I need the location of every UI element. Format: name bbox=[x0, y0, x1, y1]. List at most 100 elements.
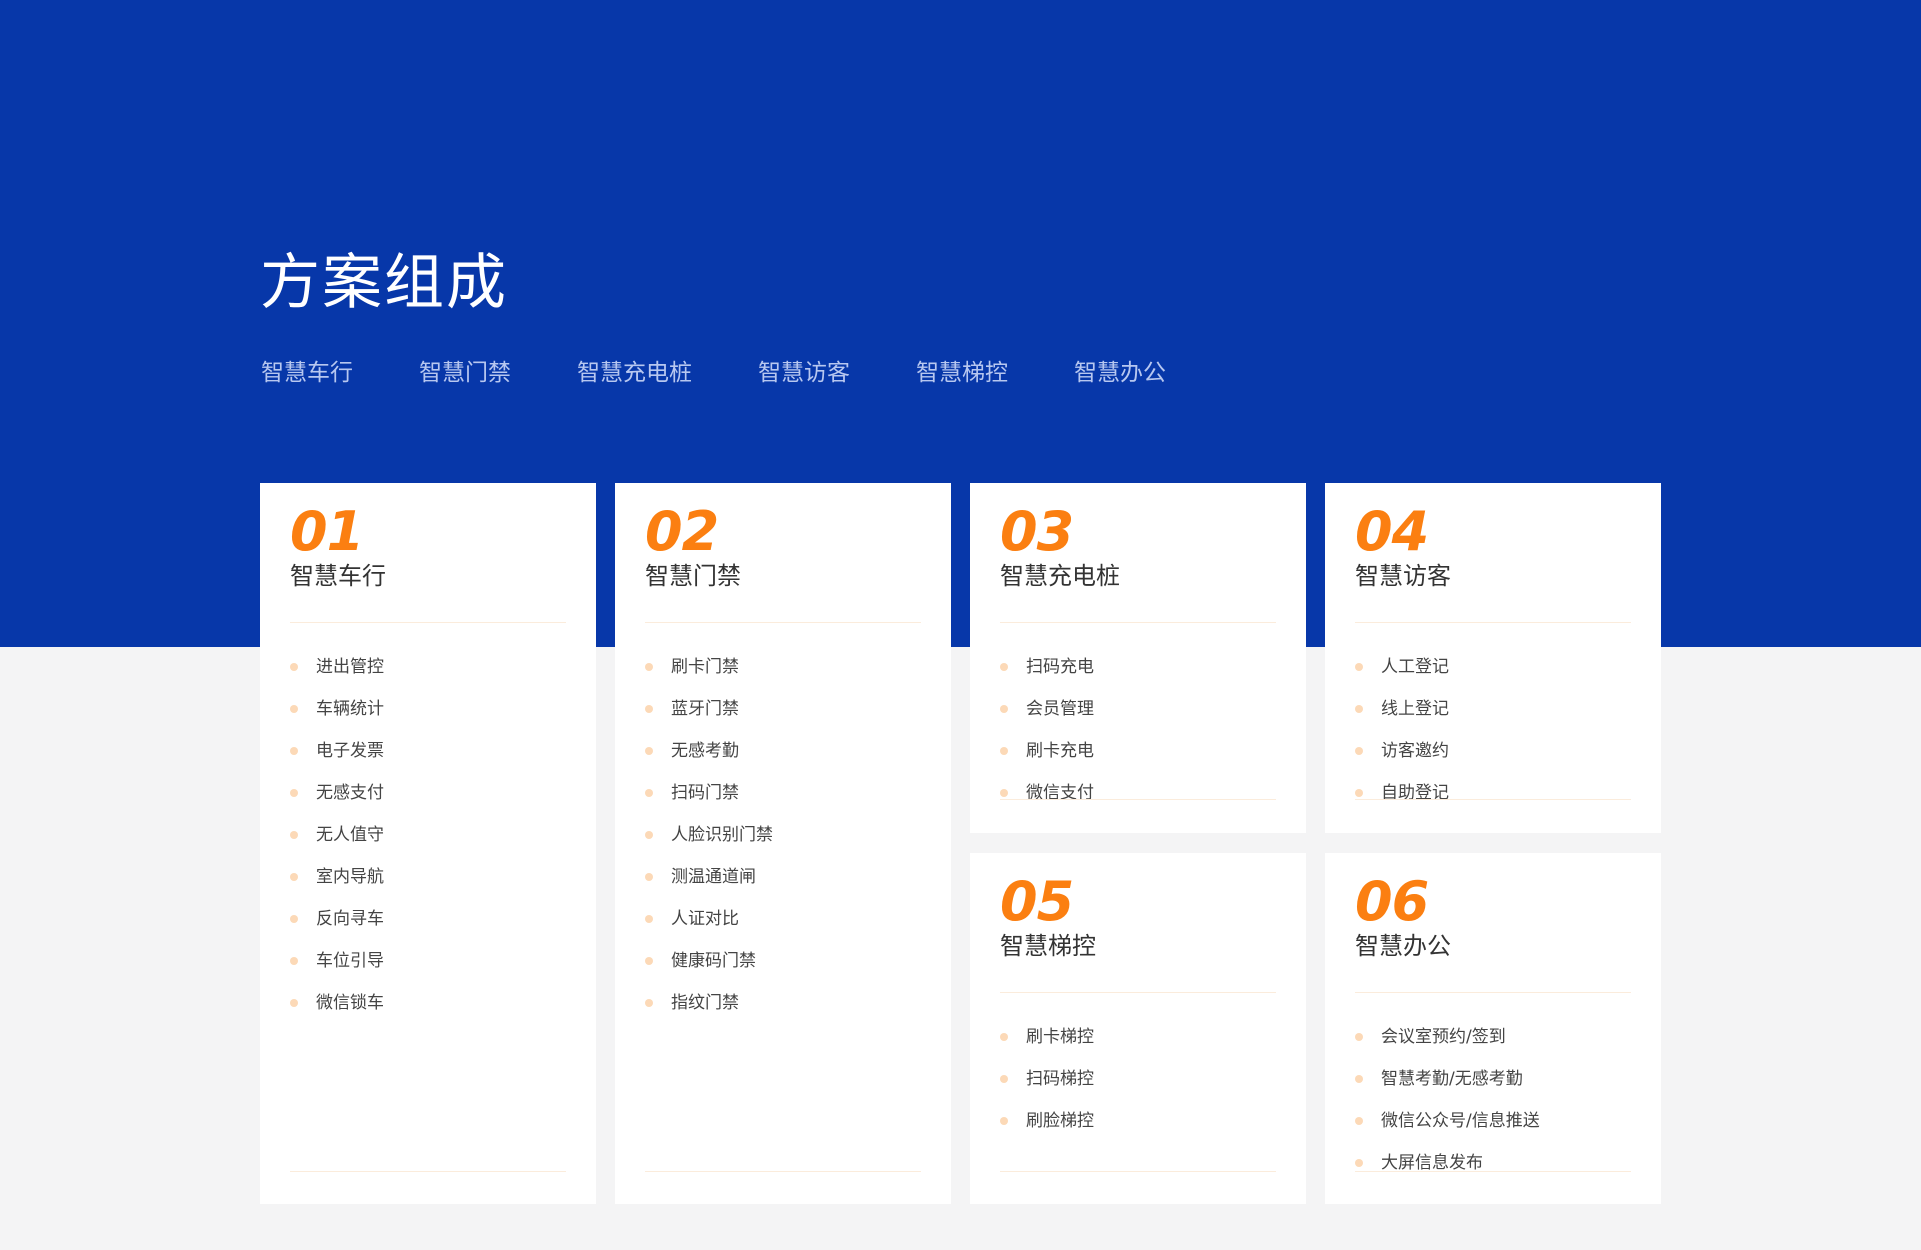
bullet-dot bbox=[290, 999, 298, 1007]
bullet-dot bbox=[645, 663, 653, 671]
card-number: 01 bbox=[290, 500, 364, 563]
nav-item-access[interactable]: 智慧门禁 bbox=[419, 353, 511, 387]
card-title: 智慧办公 bbox=[1355, 932, 1451, 960]
bullet-dot bbox=[1355, 705, 1363, 713]
divider bbox=[290, 1171, 566, 1172]
list-item: 无感支付 bbox=[290, 772, 384, 814]
card-number: 03 bbox=[1000, 500, 1074, 563]
card-access: 02 智慧门禁 刷卡门禁 蓝牙门禁 无感考勤 扫码门禁 人脸识别门禁 测温通道闸… bbox=[615, 483, 951, 1204]
bullet-dot bbox=[290, 873, 298, 881]
feature-list: 扫码充电 会员管理 刷卡充电 微信支付 bbox=[1000, 646, 1094, 814]
bullet-dot bbox=[1355, 747, 1363, 755]
nav-item-office[interactable]: 智慧办公 bbox=[1074, 353, 1166, 387]
bullet-dot bbox=[1355, 1075, 1363, 1083]
bullet-dot bbox=[1355, 789, 1363, 797]
list-item: 刷卡门禁 bbox=[645, 646, 773, 688]
list-item-label: 电子发票 bbox=[316, 741, 384, 761]
bullet-dot bbox=[645, 999, 653, 1007]
list-item-label: 扫码充电 bbox=[1026, 657, 1094, 677]
list-item-label: 人脸识别门禁 bbox=[671, 825, 773, 845]
card-number: 02 bbox=[645, 500, 719, 563]
list-item-label: 测温通道闸 bbox=[671, 867, 756, 887]
divider bbox=[1000, 1171, 1276, 1172]
list-item-label: 无感支付 bbox=[316, 783, 384, 803]
card-number: 06 bbox=[1355, 870, 1429, 933]
card-title: 智慧车行 bbox=[290, 562, 386, 590]
list-item: 进出管控 bbox=[290, 646, 384, 688]
list-item-label: 车辆统计 bbox=[316, 699, 384, 719]
list-item-label: 无人值守 bbox=[316, 825, 384, 845]
card-number: 04 bbox=[1355, 500, 1429, 563]
feature-list: 刷卡梯控 扫码梯控 刷脸梯控 bbox=[1000, 1016, 1094, 1142]
bullet-dot bbox=[645, 747, 653, 755]
list-item: 扫码门禁 bbox=[645, 772, 773, 814]
list-item-label: 大屏信息发布 bbox=[1381, 1153, 1483, 1173]
list-item: 反向寻车 bbox=[290, 898, 384, 940]
list-item-label: 无感考勤 bbox=[671, 741, 739, 761]
bullet-dot bbox=[1355, 1159, 1363, 1167]
card-title: 智慧充电桩 bbox=[1000, 562, 1120, 590]
divider bbox=[1000, 992, 1276, 993]
nav-item-elevator[interactable]: 智慧梯控 bbox=[916, 353, 1008, 387]
nav-item-visitor[interactable]: 智慧访客 bbox=[758, 353, 850, 387]
bullet-dot bbox=[290, 957, 298, 965]
list-item-label: 刷脸梯控 bbox=[1026, 1111, 1094, 1131]
list-item: 刷卡充电 bbox=[1000, 730, 1094, 772]
list-item: 大屏信息发布 bbox=[1355, 1142, 1540, 1184]
list-item: 微信公众号/信息推送 bbox=[1355, 1100, 1540, 1142]
divider bbox=[1355, 992, 1631, 993]
list-item-label: 进出管控 bbox=[316, 657, 384, 677]
feature-list: 人工登记 线上登记 访客邀约 自助登记 bbox=[1355, 646, 1449, 814]
list-item-label: 蓝牙门禁 bbox=[671, 699, 739, 719]
bullet-dot bbox=[1000, 663, 1008, 671]
list-item: 车辆统计 bbox=[290, 688, 384, 730]
list-item: 自助登记 bbox=[1355, 772, 1449, 814]
list-item-label: 自助登记 bbox=[1381, 783, 1449, 803]
list-item: 扫码充电 bbox=[1000, 646, 1094, 688]
feature-list: 刷卡门禁 蓝牙门禁 无感考勤 扫码门禁 人脸识别门禁 测温通道闸 人证对比 健康… bbox=[645, 646, 773, 1024]
list-item: 无人值守 bbox=[290, 814, 384, 856]
bullet-dot bbox=[1355, 1033, 1363, 1041]
list-item: 微信支付 bbox=[1000, 772, 1094, 814]
list-item: 人脸识别门禁 bbox=[645, 814, 773, 856]
list-item-label: 微信公众号/信息推送 bbox=[1381, 1111, 1540, 1131]
list-item: 人工登记 bbox=[1355, 646, 1449, 688]
divider bbox=[1000, 622, 1276, 623]
list-item-label: 智慧考勤/无感考勤 bbox=[1381, 1069, 1523, 1089]
solution-nav: 智慧车行 智慧门禁 智慧充电桩 智慧访客 智慧梯控 智慧办公 bbox=[261, 352, 1232, 388]
bullet-dot bbox=[1000, 1117, 1008, 1125]
list-item-label: 微信支付 bbox=[1026, 783, 1094, 803]
list-item-label: 反向寻车 bbox=[316, 909, 384, 929]
divider bbox=[645, 1171, 921, 1172]
list-item: 无感考勤 bbox=[645, 730, 773, 772]
divider bbox=[1355, 799, 1631, 800]
list-item: 指纹门禁 bbox=[645, 982, 773, 1024]
bullet-dot bbox=[1000, 705, 1008, 713]
list-item-label: 线上登记 bbox=[1381, 699, 1449, 719]
card-title: 智慧访客 bbox=[1355, 562, 1451, 590]
list-item: 电子发票 bbox=[290, 730, 384, 772]
nav-item-parking[interactable]: 智慧车行 bbox=[261, 353, 353, 387]
list-item-label: 健康码门禁 bbox=[671, 951, 756, 971]
list-item: 蓝牙门禁 bbox=[645, 688, 773, 730]
bullet-dot bbox=[645, 705, 653, 713]
bullet-dot bbox=[645, 873, 653, 881]
bullet-dot bbox=[290, 789, 298, 797]
bullet-dot bbox=[1355, 663, 1363, 671]
divider bbox=[1000, 799, 1276, 800]
list-item-label: 访客邀约 bbox=[1381, 741, 1449, 761]
list-item: 测温通道闸 bbox=[645, 856, 773, 898]
list-item: 微信锁车 bbox=[290, 982, 384, 1024]
list-item: 车位引导 bbox=[290, 940, 384, 982]
list-item: 扫码梯控 bbox=[1000, 1058, 1094, 1100]
divider bbox=[1355, 1171, 1631, 1172]
list-item-label: 室内导航 bbox=[316, 867, 384, 887]
bullet-dot bbox=[1000, 1075, 1008, 1083]
bullet-dot bbox=[1000, 747, 1008, 755]
divider bbox=[1355, 622, 1631, 623]
list-item-label: 会议室预约/签到 bbox=[1381, 1027, 1506, 1047]
list-item-label: 人工登记 bbox=[1381, 657, 1449, 677]
nav-item-charging[interactable]: 智慧充电桩 bbox=[577, 353, 692, 387]
list-item: 刷脸梯控 bbox=[1000, 1100, 1094, 1142]
list-item-label: 会员管理 bbox=[1026, 699, 1094, 719]
